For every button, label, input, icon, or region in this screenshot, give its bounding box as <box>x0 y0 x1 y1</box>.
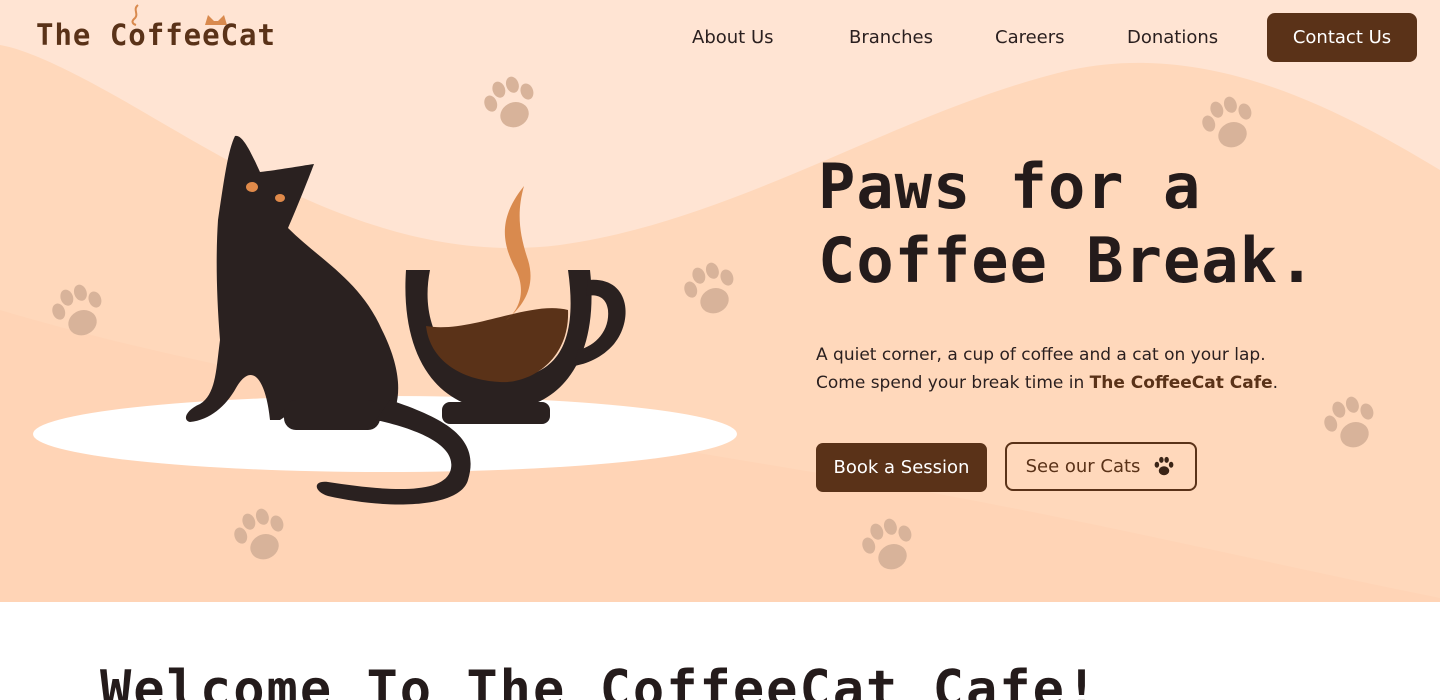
coffee-cup <box>405 186 626 424</box>
contact-us-button[interactable]: Contact Us <box>1267 13 1417 62</box>
hero-section: The CoffeeCat About Us Branches Careers … <box>0 0 1440 602</box>
hero-title-line-1: Paws for a <box>818 150 1202 223</box>
nav-about-us[interactable]: About Us <box>692 27 774 48</box>
hero-description-line-1: A quiet corner, a cup of coffee and a ca… <box>816 345 1266 365</box>
hero-title-line-2: Coffee Break. <box>818 224 1317 297</box>
book-session-button[interactable]: Book a Session <box>816 443 987 492</box>
hero-description: A quiet corner, a cup of coffee and a ca… <box>816 341 1316 397</box>
logo-text: The CoffeeCat <box>36 18 276 52</box>
hero-title: Paws for a Coffee Break. <box>818 150 1418 298</box>
hero-description-line-2: Come spend your break time in The Coffee… <box>816 369 1316 397</box>
paw-print-icon <box>1324 396 1374 448</box>
cat-eye <box>246 182 258 192</box>
logo[interactable]: The CoffeeCat <box>36 4 275 56</box>
paw-print-icon <box>862 518 912 570</box>
nav-donations[interactable]: Donations <box>1127 27 1218 48</box>
see-our-cats-label: See our Cats <box>1025 456 1141 477</box>
cat-and-coffee-illustration <box>33 135 737 505</box>
nav-careers[interactable]: Careers <box>995 27 1065 48</box>
hero-description-prefix: Come spend your break time in <box>816 373 1090 393</box>
welcome-title: Welcome To The CoffeeCat Cafe! <box>100 660 1100 700</box>
paw-print-icon <box>1202 96 1252 148</box>
hero-description-brand: The CoffeeCat Cafe <box>1089 373 1273 393</box>
nav-branches[interactable]: Branches <box>849 27 933 48</box>
see-our-cats-button[interactable]: See our Cats <box>1005 442 1197 491</box>
hero-description-suffix: . <box>1272 373 1279 393</box>
paw-icon <box>1155 456 1174 475</box>
cat-eye <box>275 194 285 202</box>
